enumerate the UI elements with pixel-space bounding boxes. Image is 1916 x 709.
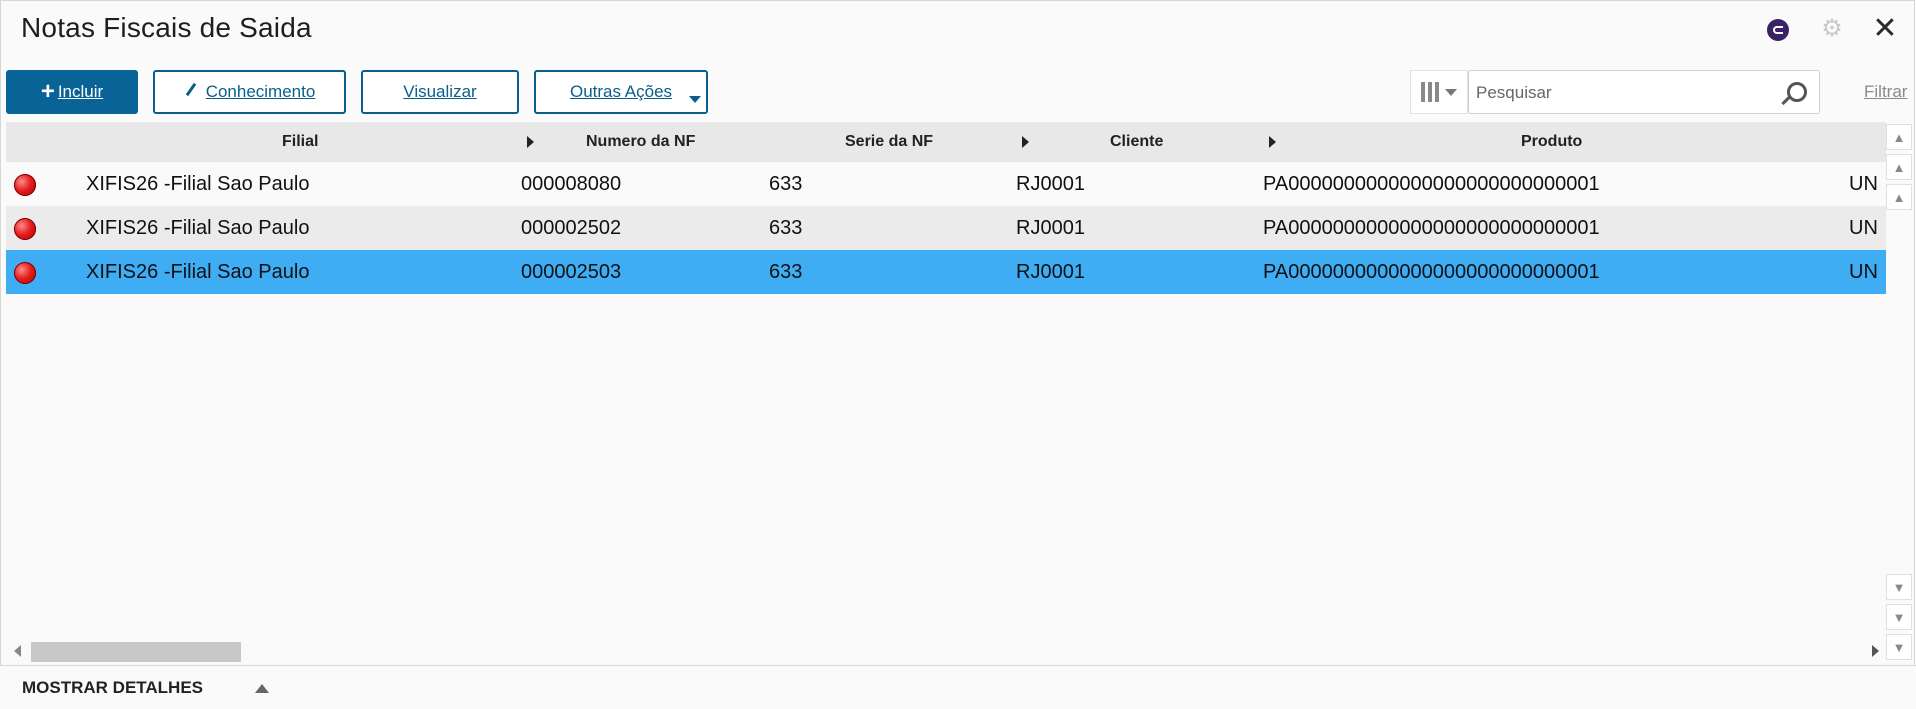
status-red-icon — [14, 174, 36, 196]
close-icon[interactable]: ✕ — [1870, 14, 1900, 44]
cell-filial: XIFIS26 -Filial Sao Paulo — [86, 173, 310, 195]
include-button-label: Incluir — [57, 82, 104, 101]
status-red-icon — [14, 218, 36, 240]
cell-serie: 633 — [769, 261, 803, 283]
cell-unidade: UN — [1849, 173, 1878, 195]
column-header-serie[interactable]: Serie da NF — [845, 122, 933, 162]
status-red-icon — [14, 262, 36, 284]
outras-acoes-button[interactable]: Outras Ações — [534, 70, 708, 114]
filter-link[interactable]: Filtrar — [1864, 82, 1907, 102]
cell-numero: 000002503 — [521, 261, 622, 283]
scroll-page-down-icon[interactable]: ▼ — [1886, 604, 1912, 630]
scroll-right-icon[interactable] — [1872, 645, 1879, 657]
cell-serie: 633 — [769, 173, 803, 195]
cell-cliente: RJ0001 — [1016, 261, 1085, 283]
cell-cliente: RJ0001 — [1016, 173, 1085, 195]
column-header-filial[interactable]: Filial — [282, 122, 318, 162]
search-icon[interactable] — [1787, 82, 1807, 102]
table-row[interactable]: XIFIS26 -Filial Sao Paulo 000002502 633 … — [6, 206, 1886, 250]
column-resize-icon[interactable] — [1022, 136, 1029, 148]
chevron-up-icon[interactable] — [255, 684, 269, 693]
scroll-left-icon[interactable] — [14, 645, 21, 657]
chevron-down-icon — [689, 96, 701, 103]
column-header-produto[interactable]: Produto — [1521, 122, 1582, 162]
chevron-down-icon — [1445, 88, 1457, 96]
cell-cliente: RJ0001 — [1016, 217, 1085, 239]
data-grid: Filial Numero da NF Serie da NF Cliente … — [6, 122, 1886, 652]
cell-unidade: UN — [1849, 217, 1878, 239]
pencil-icon — [185, 82, 196, 96]
plus-icon: + — [40, 78, 55, 105]
columns-icon — [1421, 82, 1439, 102]
search-box — [1468, 70, 1820, 114]
table-row-selected[interactable]: XIFIS26 -Filial Sao Paulo 000002503 633 … — [6, 250, 1886, 294]
vertical-scrollbar[interactable]: ▲ ▲ ▲ ▼ ▼ ▼ — [1886, 122, 1916, 666]
scroll-first-icon[interactable]: ▲ — [1886, 124, 1912, 150]
cell-serie: 633 — [769, 217, 803, 239]
app-logo-icon[interactable] — [1767, 19, 1789, 41]
outras-acoes-button-label: Outras Ações — [569, 82, 673, 101]
details-footer[interactable]: MOSTRAR DETALHES — [0, 665, 1916, 709]
cell-numero: 000002502 — [521, 217, 622, 239]
page-title: Notas Fiscais de Saida — [21, 12, 312, 43]
cell-unidade: UN — [1849, 261, 1878, 283]
gear-icon[interactable]: ⚙ — [1820, 17, 1844, 41]
columns-selector-button[interactable] — [1410, 70, 1468, 114]
scroll-page-up-icon[interactable]: ▲ — [1886, 154, 1912, 180]
cell-filial: XIFIS26 -Filial Sao Paulo — [86, 261, 310, 283]
conhecimento-button-label: Conhecimento — [205, 82, 316, 101]
column-header-numero[interactable]: Numero da NF — [586, 122, 695, 162]
scroll-up-icon[interactable]: ▲ — [1886, 184, 1912, 210]
cell-produto: PA0000000000000000000000000001 — [1263, 173, 1600, 195]
horizontal-scrollbar[interactable] — [6, 640, 1886, 664]
cell-filial: XIFIS26 -Filial Sao Paulo — [86, 217, 310, 239]
grid-header: Filial Numero da NF Serie da NF Cliente … — [6, 122, 1886, 162]
visualizar-button-label: Visualizar — [403, 82, 477, 101]
column-resize-icon[interactable] — [1269, 136, 1276, 148]
cell-numero: 000008080 — [521, 173, 622, 195]
column-resize-icon[interactable] — [527, 136, 534, 148]
include-button[interactable]: + Incluir — [6, 70, 138, 114]
column-header-cliente[interactable]: Cliente — [1110, 122, 1163, 162]
scroll-last-icon[interactable]: ▼ — [1886, 634, 1912, 660]
scroll-down-icon[interactable]: ▼ — [1886, 574, 1912, 600]
show-details-label[interactable]: MOSTRAR DETALHES — [22, 678, 203, 698]
visualizar-button[interactable]: Visualizar — [361, 70, 519, 114]
cell-produto: PA0000000000000000000000000001 — [1263, 217, 1600, 239]
table-row[interactable]: XIFIS26 -Filial Sao Paulo 000008080 633 … — [6, 162, 1886, 206]
cell-produto: PA0000000000000000000000000001 — [1263, 261, 1600, 283]
conhecimento-button[interactable]: Conhecimento — [153, 70, 346, 114]
horizontal-scroll-thumb[interactable] — [31, 642, 241, 662]
search-input[interactable] — [1474, 77, 1778, 109]
